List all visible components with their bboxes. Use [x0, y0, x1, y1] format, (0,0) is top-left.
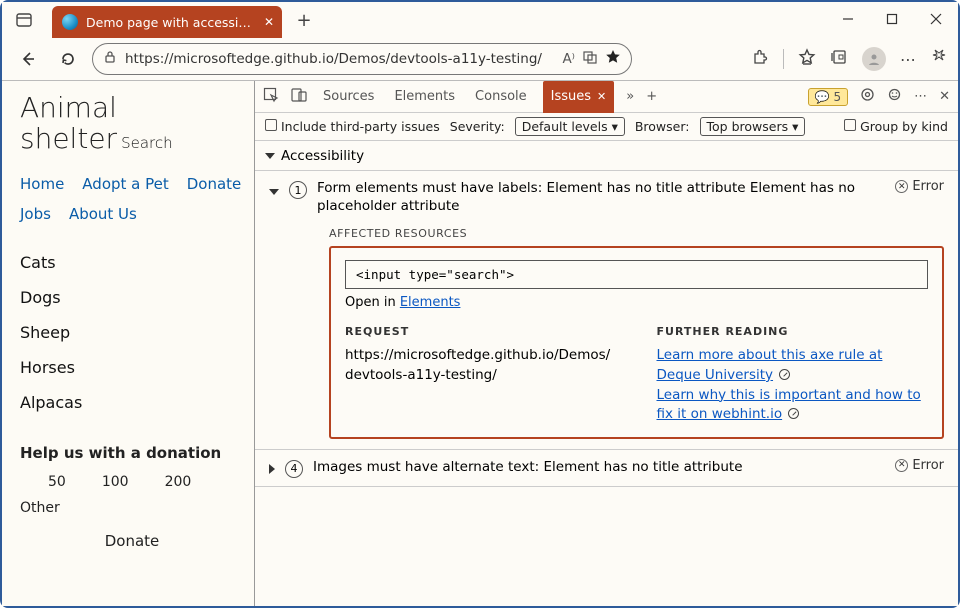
menu-button[interactable]: ⋯ [900, 50, 916, 69]
site-info-icon[interactable] [103, 50, 117, 68]
more-tabs-icon[interactable]: » [626, 89, 634, 104]
devtools-pane: Sources Elements Console Issues✕ » + 💬5 … [254, 81, 958, 606]
request-url: https://microsoftedge.github.io/Demos/de… [345, 346, 617, 385]
translate-icon[interactable] [583, 50, 597, 68]
devtools-tabstrip: Sources Elements Console Issues✕ » + 💬5 … [255, 81, 958, 113]
divider [783, 49, 784, 69]
issue-row[interactable]: 4 Images must have alternate text: Eleme… [255, 449, 958, 487]
tab-actions-icon[interactable] [10, 6, 38, 34]
search-label: Search [121, 134, 173, 152]
list-item[interactable]: Horses [20, 358, 244, 377]
external-link-icon [779, 369, 790, 380]
issue-title: Images must have alternate text: Element… [313, 458, 885, 476]
affected-box: <input type="search"> Open in Elements R… [329, 246, 944, 438]
list-item[interactable]: Dogs [20, 288, 244, 307]
page-title: Animal shelter [20, 91, 117, 155]
severity-label: Severity: [450, 119, 505, 134]
tab-console[interactable]: Console [471, 81, 531, 113]
read-aloud-icon[interactable]: A⁾ [562, 51, 575, 67]
severity-badge: ✕Error [895, 179, 944, 194]
tab-close-button[interactable]: ✕ [264, 15, 274, 29]
open-in-elements-link[interactable]: Elements [400, 295, 461, 310]
devtools-close-button[interactable]: ✕ [939, 89, 950, 104]
third-party-checkbox[interactable]: Include third-party issues [265, 119, 440, 134]
issue-title: Form elements must have labels: Element … [317, 179, 885, 215]
category-accessibility[interactable]: Accessibility [255, 141, 958, 171]
tab-issues[interactable]: Issues✕ [543, 81, 615, 113]
donation-heading: Help us with a donation [20, 444, 244, 462]
webpage-pane[interactable]: Animal shelterSearch Home Adopt a Pet Do… [2, 81, 254, 606]
more-icon[interactable]: ⋯ [914, 89, 927, 104]
primary-nav: Home Adopt a Pet Donate Jobs About Us [20, 169, 244, 229]
edge-favicon-icon [62, 14, 78, 30]
amount-option[interactable]: 100 [102, 474, 129, 490]
browser-label: Browser: [635, 119, 690, 134]
severity-select[interactable]: Default levels ▾ [515, 117, 625, 136]
nav-adopt[interactable]: Adopt a Pet [82, 169, 168, 199]
extensions-icon[interactable] [751, 48, 769, 70]
open-in: Open in Elements [345, 295, 928, 310]
inspect-icon[interactable] [263, 87, 279, 107]
affected-element-code[interactable]: <input type="search"> [345, 260, 928, 289]
amount-other[interactable]: Other [20, 500, 244, 516]
window-titlebar: Demo page with accessibility iss ✕ + [2, 2, 958, 38]
browser-toolbar: https://microsoftedge.github.io/Demos/de… [2, 38, 958, 80]
nav-donate[interactable]: Donate [187, 169, 242, 199]
further-link[interactable]: Learn more about this axe rule at Deque … [657, 347, 883, 383]
severity-badge: ✕Error [895, 458, 944, 473]
further-reading-label: FURTHER READING [657, 324, 929, 340]
issue-row[interactable]: 1 Form elements must have labels: Elemen… [255, 171, 958, 223]
error-icon: ✕ [895, 180, 908, 193]
nav-home[interactable]: Home [20, 169, 64, 199]
new-tab-button[interactable]: + [290, 6, 318, 34]
chevron-down-icon [265, 153, 275, 159]
device-toggle-icon[interactable] [291, 87, 307, 107]
donation-section: Help us with a donation 50 100 200 Other… [20, 444, 244, 550]
profile-button[interactable] [862, 47, 886, 71]
issues-count-badge[interactable]: 💬5 [808, 88, 849, 106]
nav-about[interactable]: About Us [69, 199, 137, 229]
issue-count: 1 [289, 181, 307, 199]
issue-count: 4 [285, 460, 303, 478]
amount-option[interactable]: 50 [48, 474, 66, 490]
list-item[interactable]: Sheep [20, 323, 244, 342]
close-icon[interactable]: ✕ [597, 90, 606, 103]
affected-label: AFFECTED RESOURCES [329, 227, 944, 240]
list-item[interactable]: Alpacas [20, 393, 244, 412]
tab-sources[interactable]: Sources [319, 81, 378, 113]
url-text: https://microsoftedge.github.io/Demos/de… [125, 51, 554, 67]
group-by-kind-checkbox[interactable]: Group by kind [844, 119, 948, 134]
chevron-right-icon [269, 464, 275, 474]
window-close-button[interactable] [914, 2, 958, 36]
browser-tab[interactable]: Demo page with accessibility iss ✕ [52, 6, 282, 38]
donate-button[interactable]: Donate [20, 532, 244, 550]
collections-icon[interactable] [830, 48, 848, 70]
favorite-icon[interactable] [605, 49, 621, 69]
settings-icon[interactable] [860, 87, 875, 106]
refresh-button[interactable] [52, 43, 84, 75]
animals-list: Cats Dogs Sheep Horses Alpacas [20, 253, 244, 412]
window-minimize-button[interactable] [826, 2, 870, 36]
feedback-icon[interactable] [887, 87, 902, 106]
back-button[interactable] [12, 43, 44, 75]
window-maximize-button[interactable] [870, 2, 914, 36]
tab-elements[interactable]: Elements [390, 81, 459, 113]
list-item[interactable]: Cats [20, 253, 244, 272]
browser-select[interactable]: Top browsers ▾ [700, 117, 806, 136]
address-bar[interactable]: https://microsoftedge.github.io/Demos/de… [92, 43, 632, 75]
request-label: REQUEST [345, 324, 617, 340]
add-tab-button[interactable]: + [646, 89, 657, 104]
chevron-down-icon [269, 189, 279, 195]
issues-filter-bar: Include third-party issues Severity: Def… [255, 113, 958, 141]
error-icon: ✕ [895, 459, 908, 472]
copilot-icon[interactable] [930, 48, 948, 70]
amount-option[interactable]: 200 [165, 474, 192, 490]
external-link-icon [788, 408, 799, 419]
tab-title: Demo page with accessibility iss [86, 15, 256, 30]
favorites-icon[interactable] [798, 48, 816, 70]
nav-jobs[interactable]: Jobs [20, 199, 51, 229]
